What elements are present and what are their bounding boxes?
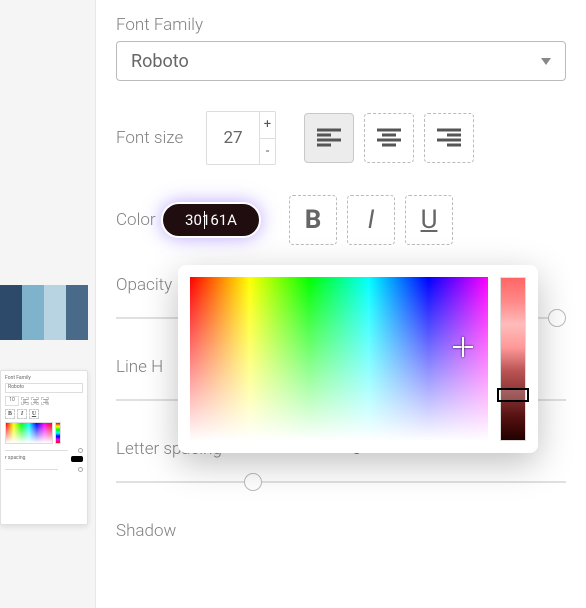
preview-align-right [41,397,49,405]
font-size-decrease[interactable]: - [260,139,275,165]
color-hex-input[interactable]: 30161A [161,202,261,238]
align-right-icon [437,128,461,148]
color-swatches [0,285,88,340]
shadow-label: Shadow [116,521,566,541]
letter-spacing-track [116,481,566,483]
swatch-4[interactable] [66,285,88,340]
spectrum-crosshair-icon [453,337,473,357]
text-caret [204,211,205,229]
preview-font-select: Roboto [5,383,83,393]
preview-color-chip [71,456,83,462]
color-spectrum[interactable] [190,277,488,441]
italic-button[interactable]: I [347,195,395,245]
swatch-3[interactable] [44,285,66,340]
font-family-value: Roboto [131,51,189,72]
hue-thumb[interactable] [497,388,529,402]
align-left-button[interactable] [304,113,354,163]
font-size-label: Font size [116,128,196,148]
preview-bold: B [5,409,15,419]
underline-button[interactable]: U [405,195,453,245]
sidebar: Font Family Roboto 10 B I U r spacing [0,0,90,608]
opacity-thumb[interactable] [548,309,566,327]
preview-align-left [21,397,29,405]
sidebar-preview-thumbnail[interactable]: Font Family Roboto 10 B I U r spacing [0,370,88,525]
preview-italic: I [17,409,27,419]
align-left-icon [317,128,341,148]
align-center-button[interactable] [364,113,414,163]
font-family-select[interactable]: Roboto [116,41,566,81]
font-family-label: Font Family [116,15,566,35]
swatch-1[interactable] [0,285,22,340]
preview-spacing-label: r spacing [5,455,25,461]
font-size-stepper[interactable]: 27 + - [206,111,276,165]
preview-underline: U [29,409,39,419]
hue-slider[interactable] [500,277,526,441]
align-center-icon [377,128,401,148]
bold-button[interactable]: B [289,195,337,245]
color-label: Color [116,210,166,230]
preview-font-family-label: Font Family [5,375,83,381]
preview-hue [55,422,61,444]
font-size-value: 27 [207,112,259,164]
preview-align-center [31,397,39,405]
letter-spacing-slider[interactable] [116,473,566,491]
font-size-increase[interactable]: + [260,112,275,139]
color-picker-popover[interactable] [178,265,538,453]
preview-font-size: 10 [5,396,19,406]
align-right-button[interactable] [424,113,474,163]
preview-spectrum [5,422,53,444]
color-hex-value: 30161A [185,211,237,229]
swatch-2[interactable] [22,285,44,340]
letter-spacing-thumb[interactable] [244,473,262,491]
